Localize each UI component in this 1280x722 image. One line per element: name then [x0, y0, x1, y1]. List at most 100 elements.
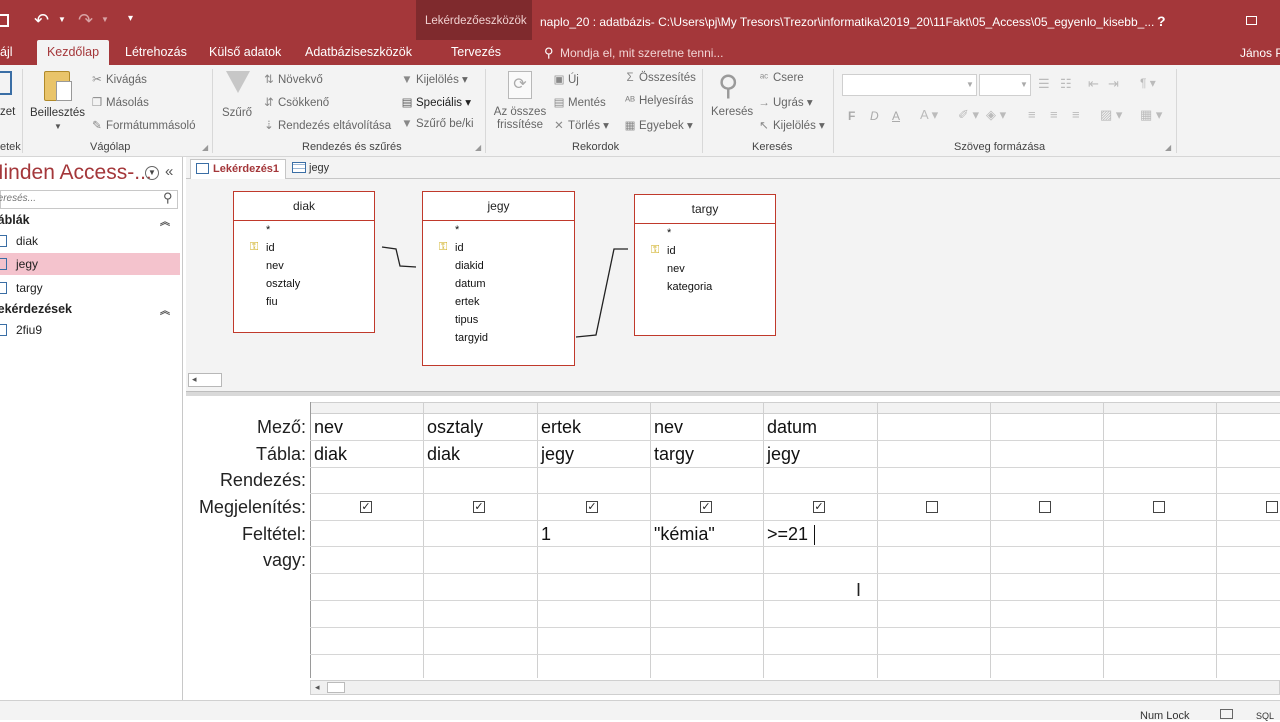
- format-painter-button[interactable]: ✎ Formátummásoló: [90, 118, 195, 132]
- nav-menu-dropdown-icon[interactable]: ▼: [145, 166, 159, 180]
- tell-me-box[interactable]: Mondja el, mit szeretne tenni...: [560, 46, 723, 60]
- table-box-title[interactable]: diak: [234, 192, 374, 221]
- table-box-jegy[interactable]: jegy * ⚿ id diakid datum ertek tipus tar…: [422, 191, 575, 366]
- show-checkbox[interactable]: ✓: [586, 501, 598, 513]
- align-right-icon[interactable]: ≡: [1072, 107, 1080, 122]
- join-line-diak-jegy[interactable]: [381, 246, 417, 268]
- fill-color-icon[interactable]: ◈ ▾: [986, 107, 1006, 123]
- grid-field-cell[interactable]: ertek: [537, 417, 650, 438]
- restore-button[interactable]: [1246, 16, 1257, 25]
- underline-button[interactable]: A: [892, 109, 900, 123]
- nav-item-diak[interactable]: diak: [0, 230, 180, 252]
- font-name-dropdown-icon[interactable]: ▼: [966, 80, 974, 89]
- lower-horizontal-scrollbar[interactable]: ◂: [310, 680, 1280, 695]
- field-item[interactable]: datum: [455, 278, 486, 290]
- tab-lekerdezes1[interactable]: Lekérdezés1: [190, 159, 286, 179]
- grid-field-cell[interactable]: nev: [310, 417, 423, 438]
- goto-button[interactable]: → Ugrás ▾: [757, 95, 812, 109]
- grid-criteria-cell[interactable]: >=21: [763, 524, 876, 545]
- grid-table-cell[interactable]: diak: [310, 444, 423, 465]
- field-item[interactable]: nev: [266, 260, 284, 272]
- bold-button[interactable]: F: [848, 109, 855, 123]
- tab-create[interactable]: Létrehozás: [125, 40, 187, 65]
- filter-button[interactable]: Szűrő: [222, 107, 252, 120]
- tab-database-tools[interactable]: Adatbáziseszközök: [305, 40, 412, 65]
- save-icon[interactable]: [0, 14, 9, 27]
- bullets-icon[interactable]: ☰: [1038, 76, 1050, 92]
- undo-icon[interactable]: ↶: [34, 10, 49, 31]
- field-item[interactable]: targyid: [455, 332, 488, 344]
- undo-dropdown-icon[interactable]: ▼: [58, 15, 66, 24]
- datasheet-view-icon[interactable]: [1220, 709, 1233, 719]
- sort-filter-launcher-icon[interactable]: ◢: [475, 143, 481, 152]
- filter-icon[interactable]: [226, 71, 250, 93]
- spelling-button[interactable]: ᴬᴮ Helyesírás: [623, 95, 693, 107]
- field-item[interactable]: id: [667, 245, 676, 257]
- numbering-icon[interactable]: ☷: [1060, 76, 1072, 92]
- nav-item-jegy[interactable]: jegy: [0, 253, 180, 275]
- delete-record-button[interactable]: ✕ Törlés ▾: [552, 118, 609, 132]
- font-color-icon[interactable]: A ▾: [920, 107, 938, 123]
- tab-file[interactable]: ájl: [0, 40, 13, 65]
- grid-table-cell[interactable]: jegy: [537, 444, 650, 465]
- tab-design[interactable]: Tervezés: [451, 40, 501, 65]
- font-name-combo[interactable]: [842, 74, 977, 96]
- show-checkbox[interactable]: ✓: [813, 501, 825, 513]
- align-left-icon[interactable]: ≡: [1028, 107, 1036, 122]
- selection-filter-button[interactable]: ▼ Kijelölés ▾: [400, 72, 468, 86]
- align-center-icon[interactable]: ≡: [1050, 107, 1058, 122]
- gridlines-icon[interactable]: ▦ ▾: [1140, 107, 1162, 123]
- collapse-chevron-icon[interactable]: ︽: [160, 302, 170, 317]
- shutter-bar-close-icon[interactable]: «: [165, 163, 173, 180]
- nav-item-targy[interactable]: targy: [0, 277, 180, 299]
- field-item[interactable]: *: [455, 224, 459, 236]
- grid-criteria-cell[interactable]: "kémia": [650, 524, 763, 545]
- show-checkbox[interactable]: [1153, 501, 1165, 513]
- nav-search-box[interactable]: Keresés... ⚲: [0, 190, 178, 209]
- paste-button[interactable]: Beillesztés: [30, 107, 85, 120]
- highlight-icon[interactable]: ✐ ▾: [958, 107, 979, 123]
- field-item[interactable]: *: [667, 227, 671, 239]
- grid-field-cell[interactable]: osztaly: [423, 417, 536, 438]
- cut-button[interactable]: ✂ Kivágás: [90, 72, 147, 86]
- paragraph-direction-icon[interactable]: ¶ ▾: [1140, 76, 1156, 90]
- show-checkbox[interactable]: ✓: [360, 501, 372, 513]
- customize-qat-icon[interactable]: ▾: [128, 13, 133, 24]
- field-item[interactable]: fiu: [266, 296, 278, 308]
- field-item[interactable]: kategoria: [667, 281, 712, 293]
- grid-table-cell[interactable]: targy: [650, 444, 763, 465]
- text-format-launcher-icon[interactable]: ◢: [1165, 143, 1171, 152]
- indent-increase-icon[interactable]: ⇥: [1108, 76, 1119, 92]
- scroll-left-arrow-icon[interactable]: ◂: [315, 682, 320, 693]
- font-size-dropdown-icon[interactable]: ▼: [1020, 80, 1028, 89]
- new-record-button[interactable]: ▣ Új: [552, 72, 579, 86]
- background-color-icon[interactable]: ▨ ▾: [1100, 107, 1122, 123]
- view-icon[interactable]: [0, 71, 12, 95]
- join-line-jegy-targy[interactable]: [575, 248, 628, 338]
- totals-button[interactable]: Σ Összesítés: [623, 72, 695, 84]
- find-button[interactable]: Keresés: [711, 106, 753, 119]
- table-box-diak[interactable]: diak * ⚿ id nev osztaly fiu: [233, 191, 375, 333]
- refresh-all-button[interactable]: Az összes frissítése: [492, 106, 548, 132]
- user-name[interactable]: János P: [1240, 46, 1280, 60]
- nav-pane-title[interactable]: Minden Access-...: [0, 161, 152, 185]
- field-item[interactable]: tipus: [455, 314, 478, 326]
- remove-sort-button[interactable]: ⇣ Rendezés eltávolítása: [262, 118, 391, 132]
- show-checkbox[interactable]: [926, 501, 938, 513]
- show-checkbox[interactable]: ✓: [473, 501, 485, 513]
- nav-item-2fiu9[interactable]: 2fiu9: [0, 319, 180, 341]
- show-checkbox[interactable]: [1039, 501, 1051, 513]
- grid-field-cell[interactable]: datum: [763, 417, 876, 438]
- replace-button[interactable]: ᵃᶜ Csere: [757, 72, 804, 84]
- paste-dropdown-icon[interactable]: ▼: [54, 122, 62, 131]
- save-record-button[interactable]: ▤ Mentés: [552, 95, 606, 109]
- grid-criteria-cell[interactable]: 1: [537, 524, 650, 545]
- show-checkbox[interactable]: [1266, 501, 1278, 513]
- field-item[interactable]: diakid: [455, 260, 484, 272]
- field-item[interactable]: nev: [667, 263, 685, 275]
- italic-button[interactable]: D: [870, 109, 879, 123]
- grid-table-cell[interactable]: diak: [423, 444, 536, 465]
- help-button[interactable]: ?: [1157, 13, 1166, 29]
- scroll-left-arrow-icon[interactable]: ◂: [192, 374, 197, 385]
- copy-button[interactable]: ❐ Másolás: [90, 95, 149, 109]
